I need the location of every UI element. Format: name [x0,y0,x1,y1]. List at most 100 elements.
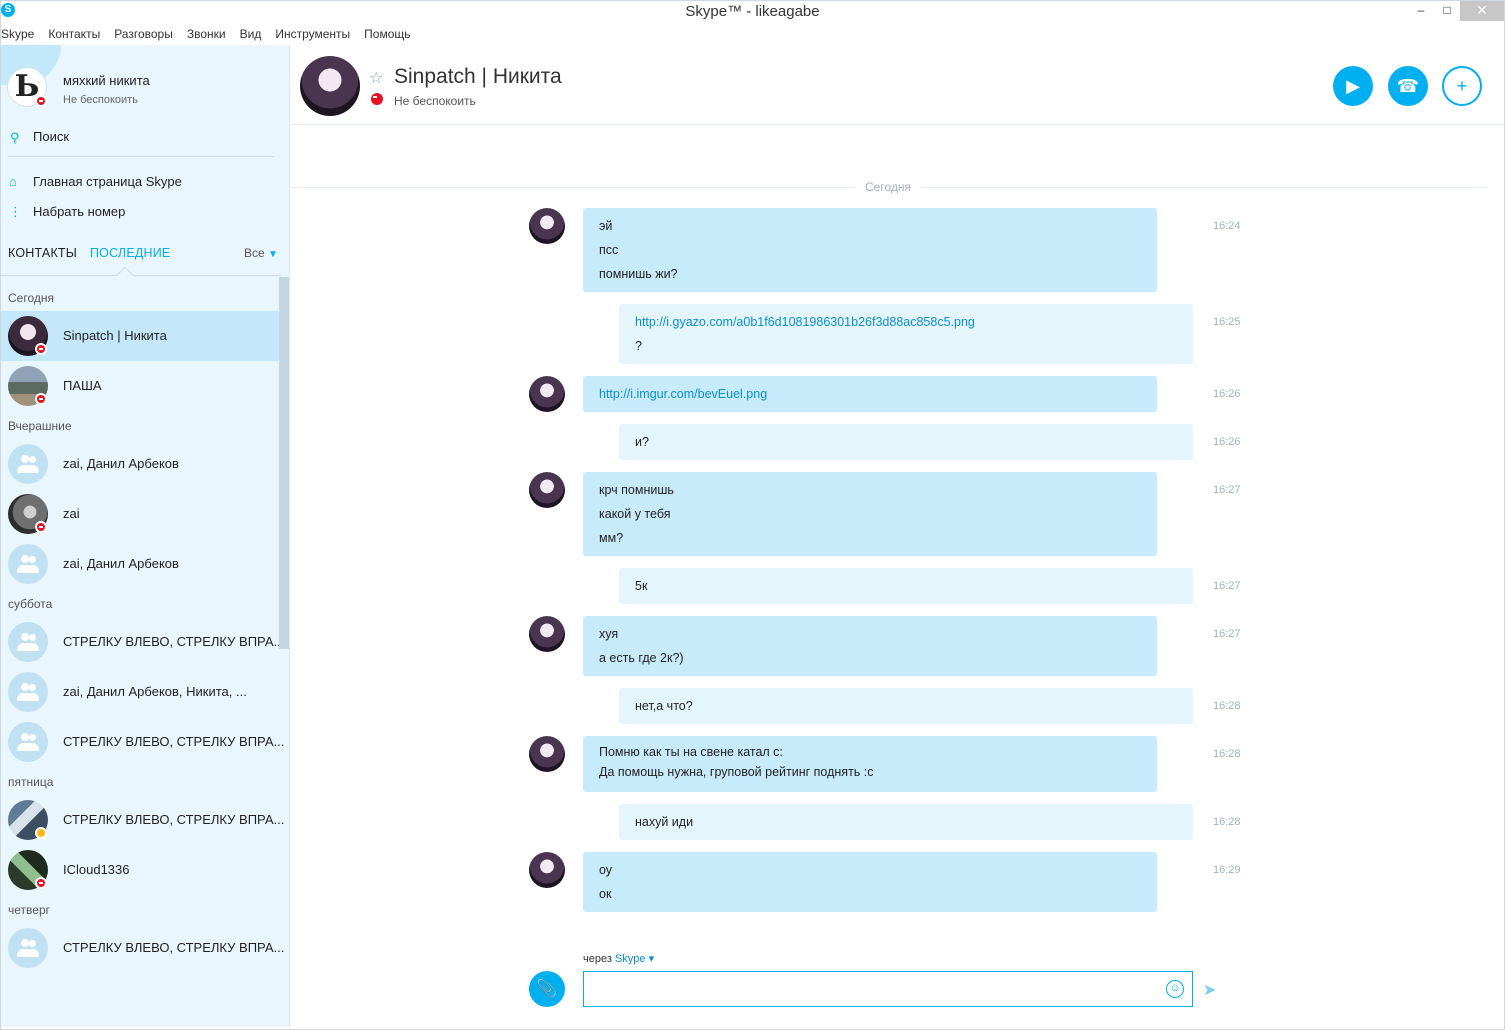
menu-help[interactable]: Помощь [364,25,417,45]
add-people-button[interactable]: + [1442,66,1482,106]
incoming-message[interactable]: хуя а есть где 2к?) [583,616,1157,676]
message-text: Да помощь нужна, груповой рейтинг поднят… [599,765,874,779]
contact-avatar[interactable] [300,56,360,116]
message-timestamp: 16:28 [1213,700,1241,712]
message-input[interactable]: ☺ [583,971,1193,1007]
sender-avatar[interactable] [529,208,565,244]
day-label: Сегодня [855,180,921,194]
menu-contacts[interactable]: Контакты [48,25,107,45]
menu-conversations[interactable]: Разговоры [114,25,180,45]
menu-tools[interactable]: Инструменты [275,25,357,45]
conversation-header: ☆ Sinpatch | Никита Не беспокоить ▶ ☎ + [291,45,1504,125]
search-button[interactable]: ⚲ Поиск [1,125,281,155]
recent-item[interactable]: zai, Данил Арбеков [1,439,279,489]
favorite-star-icon[interactable]: ☆ [369,68,383,88]
recent-item[interactable]: Sinpatch | Никита [1,311,279,361]
profile-status[interactable]: Не беспокоить [63,94,138,106]
chevron-down-icon: ▼ [268,249,278,260]
recent-item[interactable]: СТРЕЛКУ ВЛЕВО, СТРЕЛКУ ВПРА... [1,923,284,973]
skype-home-link[interactable]: ⌂ Главная страница Skype [1,171,281,195]
message-text: эй [599,219,613,233]
outgoing-message[interactable]: http://i.gyazo.com/a0b1f6d1081986301b26f… [619,304,1193,364]
message-text: мм? [599,531,624,545]
sender-avatar[interactable] [529,616,565,652]
message-timestamp: 16:27 [1213,580,1241,592]
message-text: нахуй иди [635,815,694,829]
sender-avatar[interactable] [529,376,565,412]
dnd-status-icon [35,343,47,355]
group-person-icon [29,684,36,691]
tab-contacts[interactable]: КОНТАКТЫ [8,246,77,260]
group-person-icon [29,556,36,563]
group-avatar-icon [8,622,48,662]
close-button[interactable]: ✕ [1460,1,1504,21]
recent-item-name: СТРЕЛКУ ВЛЕВО, СТРЕЛКУ ВПРА... [63,812,285,827]
menu-bar: Skype Контакты Разговоры Звонки Вид Инст… [1,25,1504,45]
sidebar-scrollbar[interactable] [279,277,289,649]
minimize-button[interactable]: – [1409,1,1433,21]
add-user-icon: + [1456,76,1468,96]
menu-skype[interactable]: Skype [1,25,41,45]
message-text: ? [635,339,642,353]
dnd-status-icon [35,95,47,107]
recent-group-header: Сегодня [8,291,54,305]
recent-list: Сегодня Sinpatch | Никита ПАША Вчерашние zai… [1,283,284,973]
search-icon: ⚲ [10,130,20,145]
incoming-message[interactable]: эй псс помнишь жи? [583,208,1157,292]
incoming-message[interactable]: крч помнишь какой у тебя мм? [583,472,1157,556]
message-link[interactable]: http://i.imgur.com/bevEuel.png [599,382,1141,406]
recent-item[interactable]: СТРЕЛКУ ВЛЕВО, СТРЕЛКУ ВПРА... [1,617,284,667]
recent-item[interactable]: zai, Данил Арбеков, Никита, ... [1,667,279,717]
via-selector[interactable]: через Skype ▾ [583,952,654,965]
sender-avatar[interactable] [529,852,565,888]
message-link[interactable]: http://i.gyazo.com/a0b1f6d1081986301b26f… [635,310,1177,334]
sender-avatar[interactable] [529,472,565,508]
recent-item[interactable]: zai, Данил Арбеков [1,539,279,589]
message-timestamp: 16:26 [1213,436,1241,448]
conversation-pane: ☆ Sinpatch | Никита Не беспокоить ▶ ☎ + … [291,45,1504,1027]
sender-avatar[interactable] [529,736,565,772]
recent-item[interactable]: ПАША [1,361,279,411]
menu-view[interactable]: Вид [240,25,269,45]
paperclip-icon: 📎 [536,979,558,998]
group-person-icon [29,634,36,641]
profile-name[interactable]: мяхкий никита [63,73,150,88]
message-timestamp: 16:24 [1213,220,1241,232]
recent-item[interactable]: zai [1,489,279,539]
incoming-message[interactable]: http://i.imgur.com/bevEuel.png [583,376,1157,412]
attach-button[interactable]: 📎 [529,971,565,1007]
dial-number-link[interactable]: ⋮ Набрать номер [1,201,281,225]
maximize-button[interactable]: □ [1435,1,1459,21]
emoji-icon[interactable]: ☺ [1166,980,1184,998]
message-text: и? [635,435,649,449]
voice-call-button[interactable]: ☎ [1388,66,1428,106]
incoming-message[interactable]: оу ок [583,852,1157,912]
via-service: Skype [614,953,646,965]
recent-group-header: пятница [8,775,54,789]
outgoing-message[interactable]: нет,а что? [619,688,1193,724]
profile-card[interactable]: Ь мяхкий никита Не беспокоить [1,45,289,115]
recent-item[interactable]: ICloud1336 [1,845,279,895]
recent-item-name: Sinpatch | Никита [63,328,167,343]
tabs-divider [1,275,281,276]
outgoing-message[interactable]: 5к [619,568,1193,604]
group-avatar-icon [8,672,48,712]
contact-status: Не беспокоить [394,94,476,108]
outgoing-message[interactable]: и? [619,424,1193,460]
video-camera-icon: ▶ [1346,76,1360,96]
tab-recent[interactable]: ПОСЛЕДНИЕ [90,246,170,260]
send-icon[interactable]: ➤ [1203,980,1216,1000]
video-call-button[interactable]: ▶ [1333,66,1373,106]
incoming-message[interactable]: Помню как ты на свене катал с: Да помощь … [583,736,1157,792]
outgoing-message[interactable]: нахуй иди [619,804,1193,840]
recent-item-name: zai, Данил Арбеков, Никита, ... [63,684,247,699]
message-text: хуя [599,627,619,641]
filter-dropdown[interactable]: Все ▼ [244,246,278,260]
recent-item[interactable]: СТРЕЛКУ ВЛЕВО, СТРЕЛКУ ВПРА... [1,717,284,767]
group-avatar-icon [8,444,48,484]
contact-name[interactable]: Sinpatch | Никита [394,65,562,89]
recent-item-name: СТРЕЛКУ ВЛЕВО, СТРЕЛКУ ВПРА... [63,940,285,955]
recent-item[interactable]: СТРЕЛКУ ВЛЕВО, СТРЕЛКУ ВПРА... [1,795,284,845]
menu-calls[interactable]: Звонки [187,25,233,45]
message-timestamp: 16:25 [1213,316,1241,328]
